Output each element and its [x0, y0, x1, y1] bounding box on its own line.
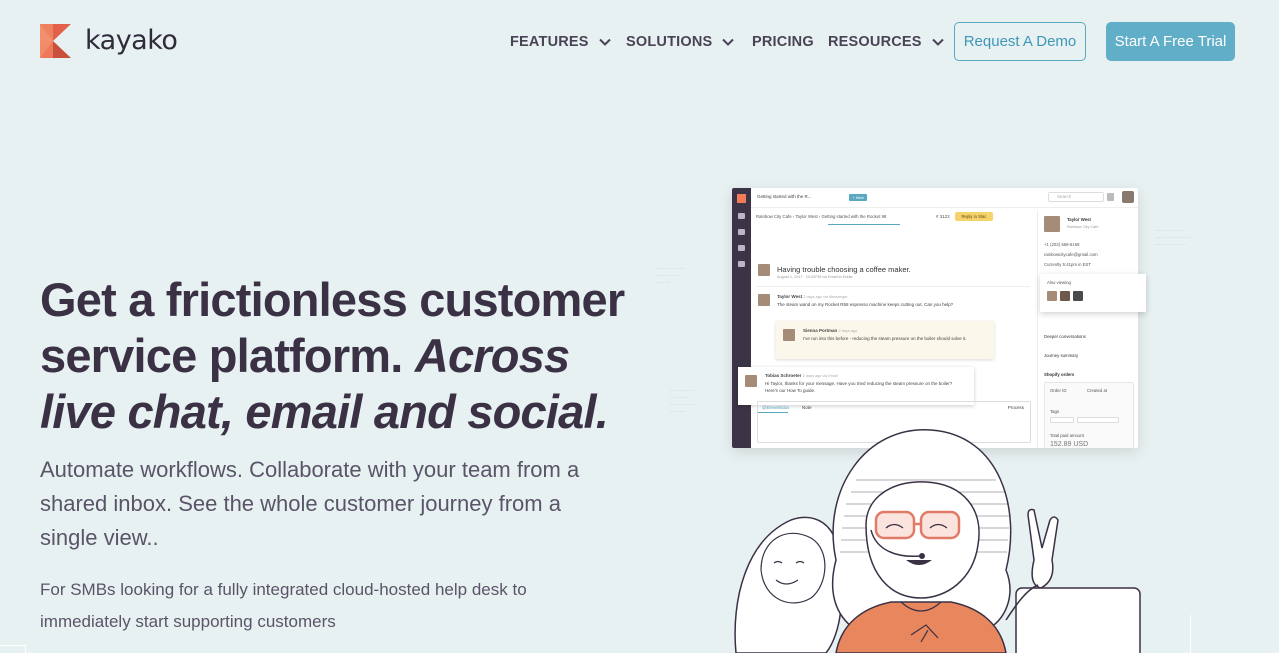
ticket-count: # 3122 [936, 214, 950, 219]
free-trial-button[interactable]: Start A Free Trial [1106, 22, 1235, 61]
app-topbar: Getting started with the R... + New Sear… [751, 188, 1138, 208]
journey-summary: Journey summary [1044, 353, 1079, 358]
app-search: Search [1048, 192, 1104, 202]
avatar [758, 294, 770, 306]
avatar [1060, 291, 1070, 301]
message-author: Taylor West [777, 294, 803, 299]
message-meta: 2 days ago [838, 329, 858, 333]
reports-icon [738, 261, 745, 267]
app-logo-icon [737, 194, 746, 203]
message-card: Sienna Portman 2 days ago I've run into … [776, 321, 994, 359]
support-agents-illustration [734, 429, 1141, 653]
message-meta: 2 days ago via Messenger [803, 295, 848, 299]
app-tab: Getting started with the R... [757, 194, 812, 199]
brand-name: kayako [85, 25, 178, 56]
app-sidebar [732, 188, 751, 448]
faint-annotation: — — — — — — — — — — — — — — — — — — — [1156, 227, 1191, 246]
contact-email: rainbowcitycafe@gmail.com [1044, 252, 1098, 257]
composer-process: Process [1007, 405, 1024, 410]
also-viewing-popover: Also viewing [1040, 274, 1146, 312]
message-text: Hi Taylor, thanks for your message. Have… [765, 381, 953, 393]
inbox-icon [738, 213, 745, 219]
order-id-label: Order ID [1050, 388, 1067, 393]
org-icon [738, 245, 745, 251]
app-breadcrumb: Rainbow City Cafe › Taylor West › Gettin… [756, 214, 887, 219]
divider [756, 286, 1030, 287]
chevron-down-icon [598, 38, 611, 46]
message: Sienna Portman 2 days ago I've run into … [803, 327, 983, 342]
message-card: Tobias Schroeter 2 days ago via Email Hi… [738, 367, 974, 405]
app-new-button: + New [849, 194, 867, 201]
decorative-line [1190, 615, 1191, 653]
message: Tobias Schroeter 2 days ago via Email Hi… [765, 372, 965, 394]
composer-handle: @BrewWidus [762, 405, 790, 410]
avatar [1122, 191, 1134, 203]
avatar [1073, 291, 1083, 301]
notifications-icon [1107, 193, 1114, 201]
kayako-logo-icon [40, 24, 71, 58]
kayako-logo[interactable]: kayako [40, 24, 178, 58]
contact-name: Taylor West [1067, 217, 1091, 222]
nav-resources-label: RESOURCES [828, 33, 922, 50]
chevron-down-icon [722, 38, 735, 46]
reply-button: Reply in Slac [955, 212, 993, 221]
nav-pricing-label: PRICING [752, 33, 814, 50]
hero-note: For SMBs looking for a fully integrated … [40, 580, 527, 631]
nav-solutions-label: SOLUTIONS [626, 33, 713, 50]
message-text: The steam wand on my Rocket R58 espresso… [777, 302, 954, 307]
message-author: Sienna Portman [803, 328, 838, 333]
site-header: kayako FEATURES SOLUTIONS PRICING RESOUR… [0, 0, 1279, 82]
message: Taylor West 2 days ago via Messenger The… [777, 293, 977, 308]
deeper-conversations: Deeper conversations [1044, 334, 1086, 339]
faint-annotation: — — — — — — — — — — — — — — — — — [670, 387, 695, 413]
nav-pricing[interactable]: PRICING [752, 34, 814, 50]
nav-features-label: FEATURES [510, 33, 589, 50]
peace-hand [1027, 508, 1059, 589]
contact-avatar [1044, 216, 1060, 232]
shopify-orders: Shopify orders [1044, 372, 1075, 377]
contact-local-time: Currently 5:41pm in EST [1044, 262, 1092, 267]
nav-solutions[interactable]: SOLUTIONS [626, 33, 735, 50]
message-meta: 2 days ago via Email [802, 374, 838, 378]
avatar [1047, 291, 1057, 301]
composer-tab-underline [758, 412, 788, 413]
message-text: I've run into this before - reducing the… [803, 336, 967, 341]
contact-phone: +1 (203) 558-6158 [1044, 242, 1080, 247]
composer-note: Note [802, 405, 812, 410]
request-demo-button[interactable]: Request A Demo [954, 22, 1086, 61]
nav-features[interactable]: FEATURES [510, 34, 611, 50]
tags-label: Tags [1050, 409, 1060, 414]
message-author: Tobias Schroeter [765, 373, 802, 378]
contact-org: Rainbow City Cafe [1067, 225, 1099, 229]
monitor-shape [1015, 587, 1141, 653]
app-active-tab-underline [828, 224, 900, 225]
avatar [758, 264, 770, 276]
chevron-down-icon [931, 38, 944, 46]
nav-resources[interactable]: RESOURCES [828, 34, 944, 50]
also-viewing-label: Also viewing [1047, 280, 1071, 285]
avatar [745, 375, 757, 387]
customer-sidebar: Taylor West Rainbow City Cafe +1 (203) 5… [1037, 210, 1138, 448]
hero-subtitle: Automate workflows. Collaborate with you… [40, 457, 580, 550]
contacts-icon [738, 229, 745, 235]
product-screenshot: Getting started with the R... + New Sear… [732, 188, 1138, 448]
decorative-bracket [0, 645, 26, 653]
avatar [783, 329, 795, 341]
ticket-subject: Having trouble choosing a coffee maker. [777, 265, 911, 274]
ticket-subject-meta: August 1, 2017 · 10:52PM via Email to Ed… [777, 275, 853, 279]
created-at-label: Created at [1087, 388, 1108, 393]
left-woman-face [760, 532, 826, 604]
faint-annotation: — — — — — — — — — — — — — — [655, 265, 685, 284]
main-woman-face [865, 481, 980, 599]
hero-title: Get a frictionless customer service plat… [40, 272, 640, 440]
